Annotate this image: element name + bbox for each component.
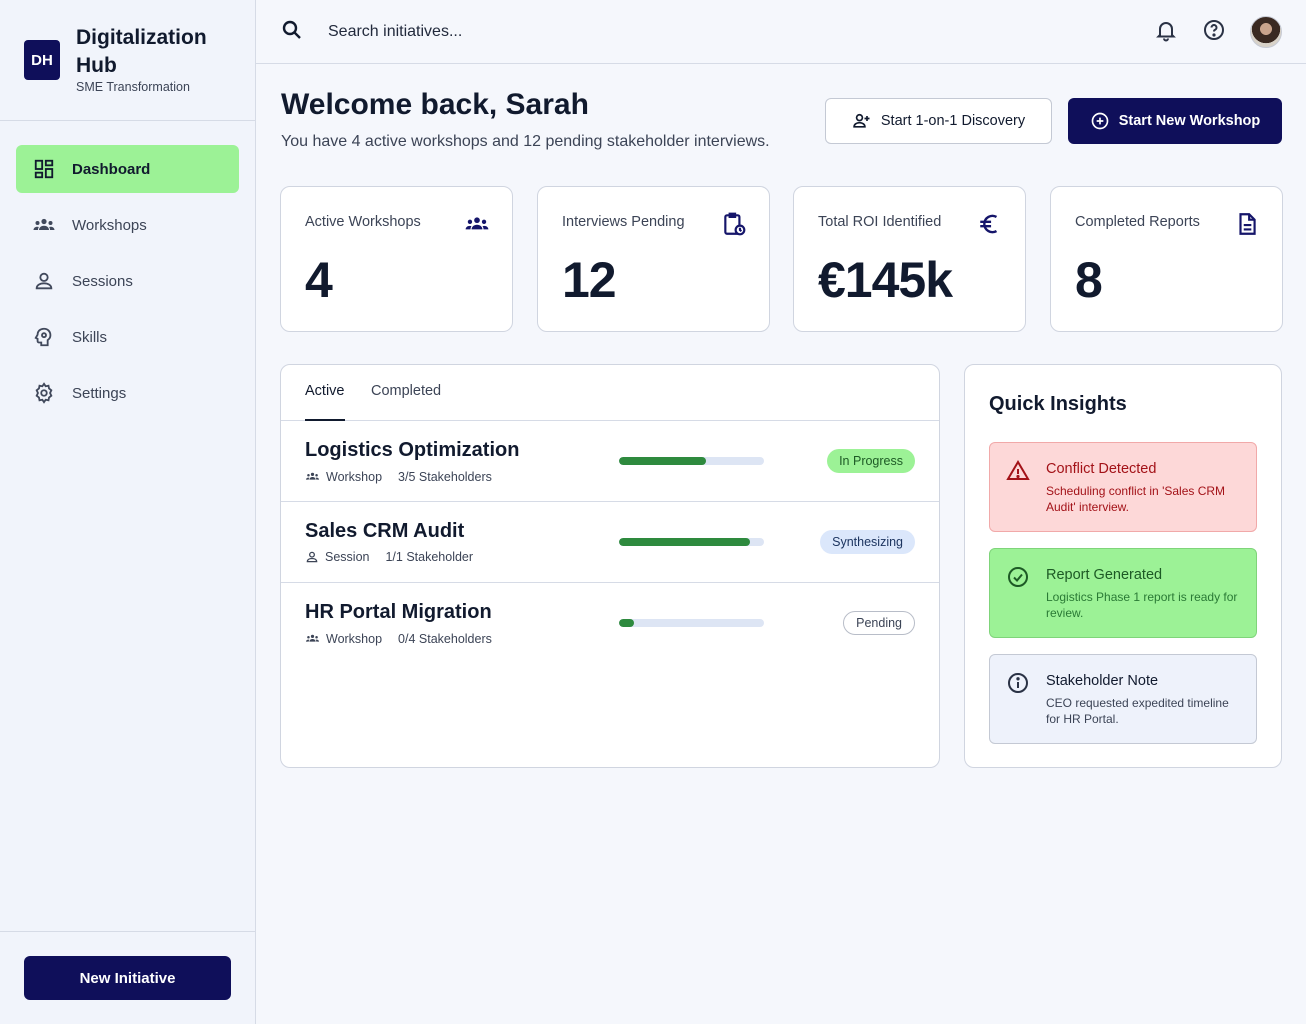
row-type: Workshop — [326, 469, 383, 484]
psychology-icon — [32, 325, 56, 349]
row-title: HR Portal Migration — [305, 601, 492, 623]
row-stakeholders: 1/1 Stakeholder — [385, 550, 474, 564]
document-icon — [1234, 211, 1260, 237]
insight-body: Scheduling conflict in 'Sales CRM Audit'… — [1046, 484, 1226, 514]
status-badge: Pending — [843, 611, 915, 635]
initiatives-panel: Active Completed Logistics Optimization … — [280, 364, 940, 768]
sidebar-item-label: Settings — [72, 384, 127, 402]
stat-label: Completed Reports — [1075, 214, 1200, 230]
status-badge: In Progress — [827, 449, 915, 473]
start-discovery-label: Start 1-on-1 Discovery — [880, 113, 1026, 129]
table-row[interactable]: Sales CRM Audit Session 1/1 Stakeholder … — [281, 502, 939, 583]
progress-bar — [619, 619, 764, 627]
table-row[interactable]: HR Portal Migration Workshop 0/4 Stakeho… — [281, 583, 939, 664]
brand-subtitle: SME Transformation — [76, 80, 190, 94]
stat-label: Active Workshops — [305, 214, 421, 230]
row-type: Workshop — [326, 631, 383, 646]
progress-bar — [619, 457, 764, 465]
stat-value: 12 — [562, 252, 617, 308]
insight-body: Logistics Phase 1 report is ready for re… — [1046, 590, 1238, 620]
pending-actions-icon — [721, 211, 747, 237]
euro-icon — [977, 211, 1003, 237]
stat-card-interviews-pending: Interviews Pending 12 — [537, 186, 770, 332]
sidebar-footer: New Initiative — [0, 931, 256, 1024]
stat-card-total-roi: Total ROI Identified €145k — [793, 186, 1026, 332]
start-discovery-button[interactable]: Start 1-on-1 Discovery — [825, 98, 1052, 144]
sidebar-item-label: Dashboard — [72, 160, 151, 178]
sidebar: DH Digitalization Hub SME Transformation… — [0, 0, 256, 1024]
progress-fill — [619, 538, 750, 546]
stat-value: 4 — [305, 252, 333, 308]
tabs: Active Completed — [281, 365, 939, 421]
search-input[interactable] — [328, 16, 928, 48]
brand-title: Digitalization Hub — [76, 26, 207, 77]
status-badge: Synthesizing — [820, 530, 915, 554]
insight-card-conflict[interactable]: Conflict Detected Scheduling conflict in… — [989, 442, 1257, 532]
tab-active[interactable]: Active — [305, 383, 345, 421]
bell-icon[interactable] — [1154, 18, 1178, 42]
sidebar-item-workshops[interactable]: Workshops — [16, 201, 239, 249]
stat-card-active-workshops: Active Workshops 4 — [280, 186, 513, 332]
group-icon — [305, 472, 320, 480]
person-add-icon — [853, 113, 870, 128]
dashboard-icon — [32, 157, 56, 181]
stat-label: Total ROI Identified — [818, 214, 942, 230]
row-title: Logistics Optimization — [305, 439, 520, 461]
sidebar-nav: Dashboard Workshops Sessions Skills Sett… — [16, 145, 239, 425]
insight-card-report[interactable]: Report Generated Logistics Phase 1 repor… — [989, 548, 1257, 638]
avatar[interactable] — [1250, 16, 1282, 48]
brand-logo[interactable]: DH — [24, 40, 60, 80]
stat-label: Interviews Pending — [562, 214, 685, 230]
tab-completed[interactable]: Completed — [371, 383, 441, 421]
quick-insights-panel: Quick Insights Conflict Detected Schedul… — [964, 364, 1282, 768]
help-icon[interactable] — [1202, 18, 1226, 42]
stat-value: 8 — [1075, 252, 1103, 308]
person-icon — [32, 269, 56, 293]
row-meta: Workshop 0/4 Stakeholders — [305, 631, 492, 646]
add-circle-icon — [1091, 112, 1109, 130]
topbar — [256, 0, 1306, 64]
sidebar-item-label: Skills — [72, 328, 108, 346]
stat-value: €145k — [818, 252, 953, 308]
start-workshop-button[interactable]: Start New Workshop — [1068, 98, 1282, 144]
progress-bar — [619, 538, 764, 546]
group-icon — [32, 213, 56, 237]
sidebar-item-label: Workshops — [72, 216, 147, 234]
table-row[interactable]: Logistics Optimization Workshop 3/5 Stak… — [281, 421, 939, 502]
person-icon — [306, 551, 318, 563]
page-title: Welcome back, Sarah — [281, 88, 589, 121]
row-meta: Session 1/1 Stakeholder — [305, 550, 473, 564]
info-icon — [1006, 671, 1030, 695]
insight-title: Report Generated — [1046, 567, 1163, 583]
sidebar-item-dashboard[interactable]: Dashboard — [16, 145, 239, 193]
progress-fill — [619, 619, 634, 627]
page-subtitle: You have 4 active workshops and 12 pendi… — [281, 133, 770, 150]
insight-title: Stakeholder Note — [1046, 673, 1159, 689]
row-type: Session — [325, 550, 370, 564]
insight-body: CEO requested expedited timeline for HR … — [1046, 696, 1229, 726]
search-icon[interactable] — [280, 18, 304, 42]
warning-icon — [1006, 459, 1030, 483]
row-stakeholders: 3/5 Stakeholders — [398, 469, 492, 484]
sidebar-item-label: Sessions — [72, 272, 133, 290]
group-icon — [305, 634, 320, 642]
check-circle-icon — [1006, 565, 1030, 589]
brand: DH Digitalization Hub SME Transformation — [0, 0, 255, 121]
insight-card-note[interactable]: Stakeholder Note CEO requested expedited… — [989, 654, 1257, 744]
start-workshop-label: Start New Workshop — [1118, 113, 1261, 129]
row-title: Sales CRM Audit — [305, 520, 465, 542]
row-meta: Workshop 3/5 Stakeholders — [305, 469, 492, 484]
stat-card-completed-reports: Completed Reports 8 — [1050, 186, 1283, 332]
sidebar-item-skills[interactable]: Skills — [16, 313, 239, 361]
gear-icon — [32, 381, 56, 405]
group-icon — [464, 211, 490, 237]
progress-fill — [619, 457, 706, 465]
sidebar-item-sessions[interactable]: Sessions — [16, 257, 239, 305]
new-initiative-button[interactable]: New Initiative — [24, 956, 231, 1000]
row-stakeholders: 0/4 Stakeholders — [398, 631, 492, 646]
insight-title: Conflict Detected — [1046, 461, 1157, 477]
insights-title: Quick Insights — [989, 393, 1127, 415]
sidebar-item-settings[interactable]: Settings — [16, 369, 239, 417]
